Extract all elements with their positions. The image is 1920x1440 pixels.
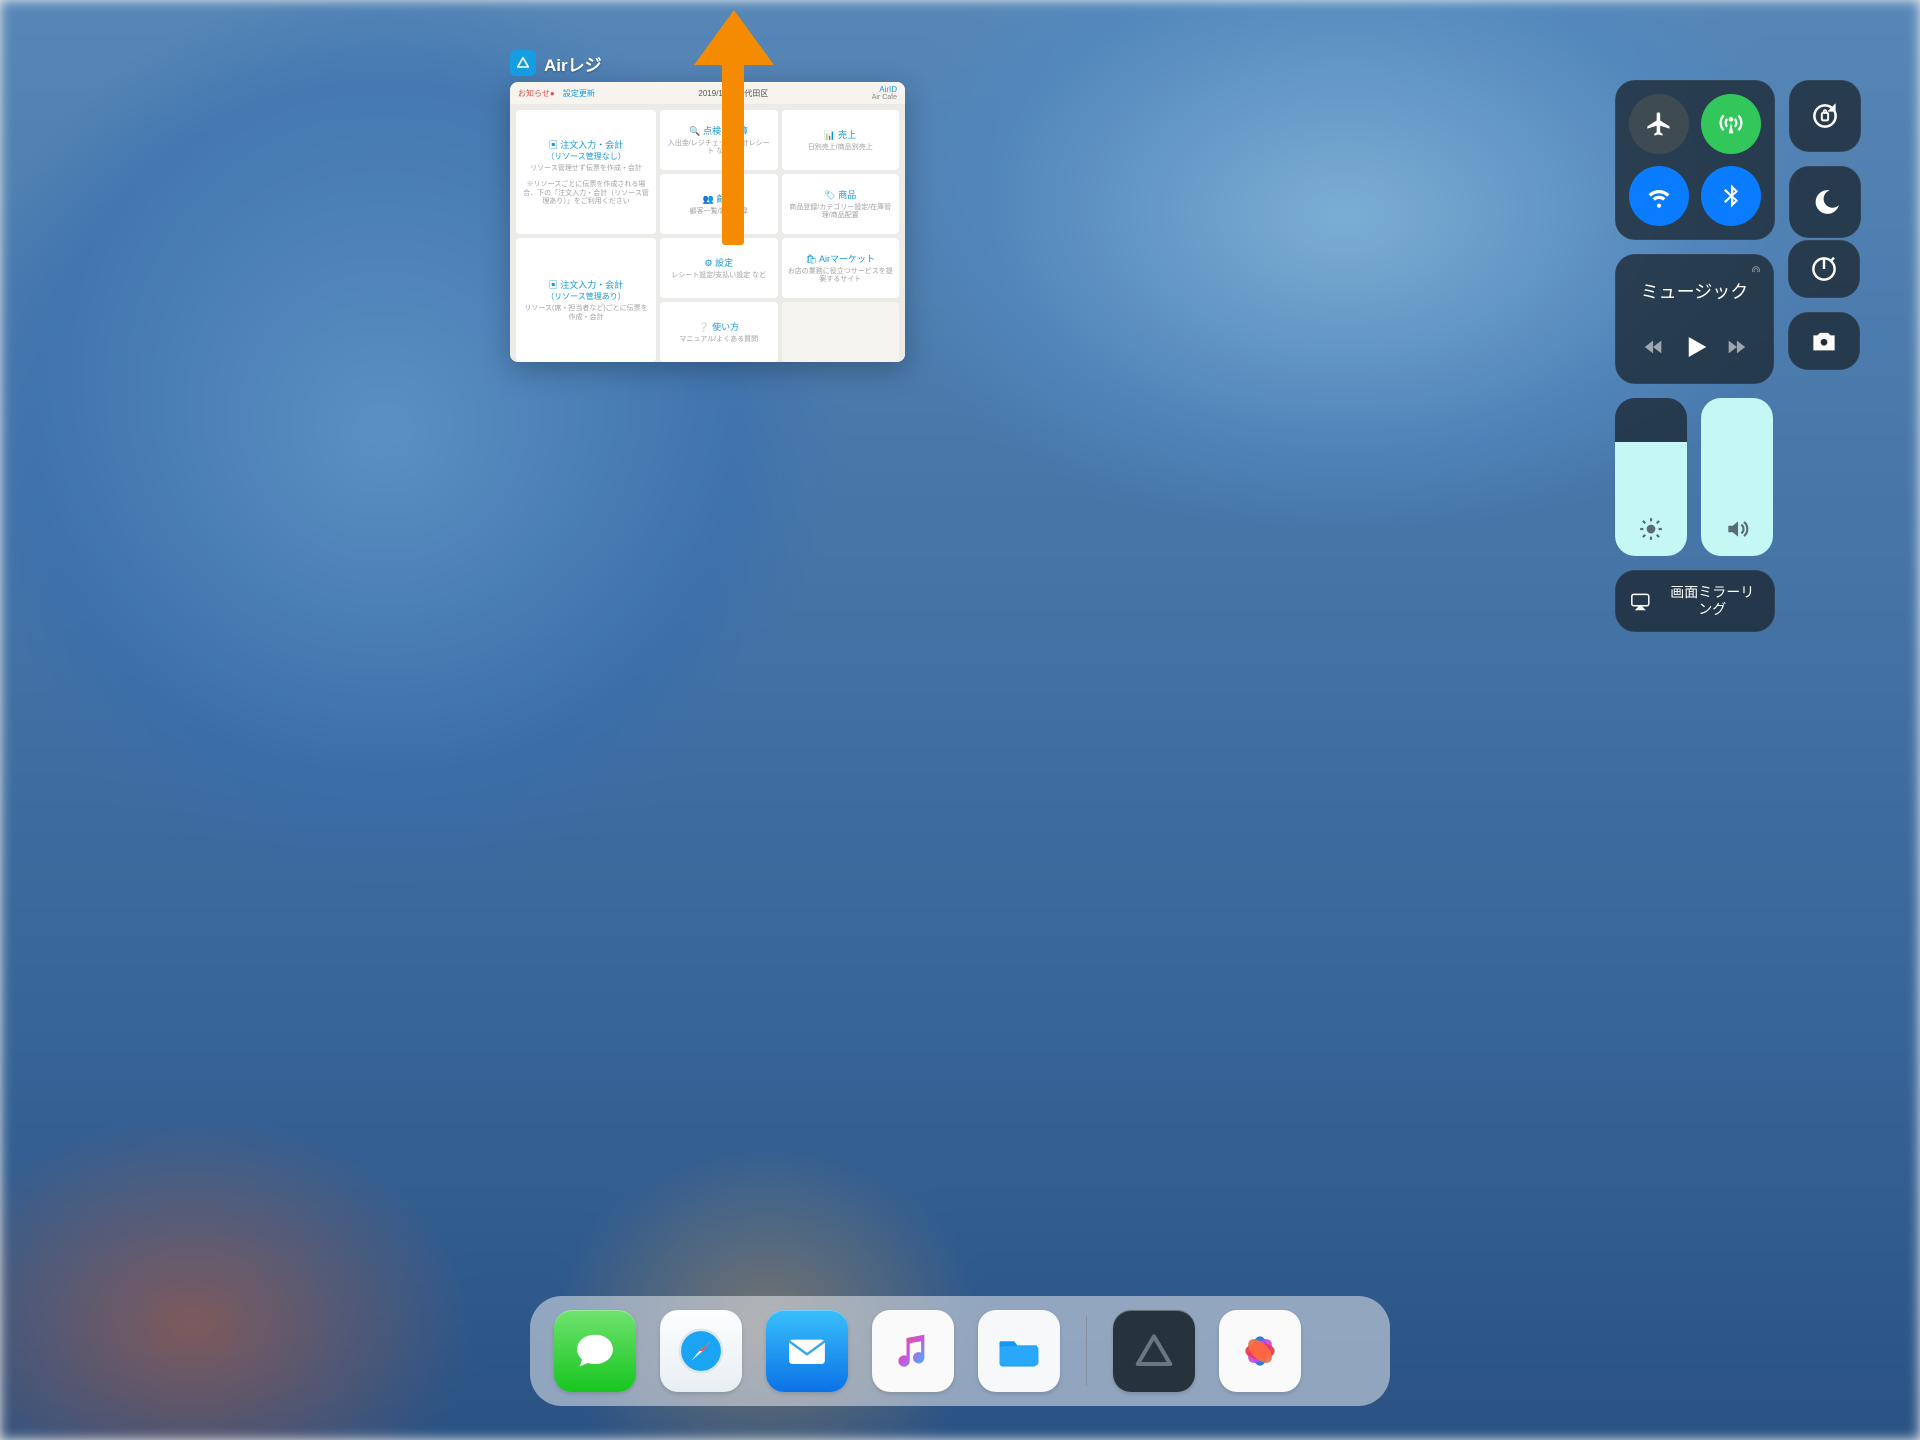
thumb-grid: ▣ 注文入力・会計 （リソース管理なし） リソース管理せず伝票を作成・会計 ※リ…	[510, 104, 905, 362]
screen-mirroring-label: 画面ミラーリング	[1664, 584, 1761, 619]
dock-app-messages[interactable]	[554, 1310, 636, 1392]
next-track-icon[interactable]	[1725, 336, 1747, 358]
tile-settings: ⚙ 設定 レシート設定/支払い設定 など	[660, 238, 778, 298]
tile-airmarket: 🛍 Airマーケット お店の業務に役立つサービスを提案するサイト	[782, 238, 900, 298]
dock-app-airregi[interactable]	[1113, 1310, 1195, 1392]
tile-order-no-resource: ▣ 注文入力・会計 （リソース管理なし） リソース管理せず伝票を作成・会計 ※リ…	[516, 110, 656, 234]
airplay-audio-icon	[1750, 264, 1762, 276]
camera-button[interactable]	[1788, 312, 1860, 370]
thumb-airid: AirID	[872, 86, 897, 94]
thumb-notice: お知らせ	[518, 89, 550, 98]
timer-icon	[1809, 254, 1839, 284]
music-panel[interactable]: ミュージック	[1615, 254, 1774, 384]
airplane-mode-toggle[interactable]	[1629, 94, 1689, 154]
airregi-logo-icon	[510, 50, 536, 76]
app-switcher-card[interactable]: Airレジ お知らせ● 設定更新 2019/1/17 千代田区 AirID Ai…	[510, 50, 910, 360]
photos-icon	[1234, 1325, 1286, 1377]
bluetooth-toggle[interactable]	[1701, 166, 1761, 226]
orientation-lock-button[interactable]	[1789, 80, 1861, 152]
wifi-toggle[interactable]	[1629, 166, 1689, 226]
tile-inspection: 🔍 点検・精算 入出金/レジチェック/日計レシート など	[660, 110, 778, 170]
tile-empty	[782, 302, 900, 362]
tile-help: ❔ 使い方 マニュアル/よくある質問	[660, 302, 778, 362]
thumb-update: 設定更新	[563, 89, 595, 98]
tile-customer: 👥 顧客 顧客一覧/新規登録	[660, 174, 778, 234]
volume-slider[interactable]	[1701, 398, 1773, 556]
music-label: ミュージック	[1627, 278, 1762, 304]
moon-icon	[1810, 187, 1840, 217]
dock-app-files[interactable]	[978, 1310, 1060, 1392]
tile-order-resource: ▣ 注文入力・会計 （リソース管理あり） リソース(席・担当者など)ごとに伝票を…	[516, 238, 656, 362]
do-not-disturb-button[interactable]	[1789, 166, 1861, 238]
folder-icon	[993, 1325, 1045, 1377]
prev-track-icon[interactable]	[1643, 336, 1665, 358]
app-thumbnail[interactable]: お知らせ● 設定更新 2019/1/17 千代田区 AirID Air Cafe…	[510, 82, 905, 362]
brightness-slider[interactable]	[1615, 398, 1687, 556]
antenna-icon	[1717, 110, 1745, 138]
wifi-icon	[1645, 182, 1673, 210]
cellular-data-toggle[interactable]	[1701, 94, 1761, 154]
screen-mirroring-button[interactable]: 画面ミラーリング	[1615, 570, 1775, 632]
dock-app-safari[interactable]	[660, 1310, 742, 1392]
play-icon[interactable]	[1680, 332, 1710, 362]
airplane-icon	[1645, 110, 1673, 138]
camera-icon	[1809, 326, 1839, 356]
screen-mirroring-icon	[1629, 588, 1652, 614]
bluetooth-icon	[1717, 182, 1745, 210]
safari-icon	[675, 1325, 727, 1377]
brightness-icon	[1615, 516, 1687, 542]
airregi-icon	[1128, 1325, 1180, 1377]
thumb-notice-badge: ●	[550, 89, 555, 98]
tile-sales: 📊 売上 日別売上/商品別売上	[782, 110, 900, 170]
thumb-cafe: Air Cafe	[872, 94, 897, 101]
app-card-header: Airレジ	[510, 50, 910, 76]
mail-icon	[781, 1325, 833, 1377]
dock-app-mail[interactable]	[766, 1310, 848, 1392]
messages-icon	[569, 1325, 621, 1377]
music-note-icon	[887, 1325, 939, 1377]
dock-app-music[interactable]	[872, 1310, 954, 1392]
dock	[530, 1296, 1390, 1406]
thumb-toolbar: お知らせ● 設定更新 2019/1/17 千代田区 AirID Air Cafe	[510, 82, 905, 104]
tile-product: 🏷 商品 商品登録/カテゴリー設定/在庫管理/商品配置	[782, 174, 900, 234]
thumb-date: 2019/1/17 千代田区	[698, 88, 768, 99]
connectivity-panel[interactable]	[1615, 80, 1775, 240]
volume-icon	[1701, 516, 1773, 542]
timer-button[interactable]	[1788, 240, 1860, 298]
dock-app-photos[interactable]	[1219, 1310, 1301, 1392]
dock-divider	[1086, 1316, 1087, 1386]
app-card-title: Airレジ	[544, 51, 602, 76]
control-center: ミュージック	[1615, 80, 1860, 632]
rotation-lock-icon	[1810, 101, 1840, 131]
